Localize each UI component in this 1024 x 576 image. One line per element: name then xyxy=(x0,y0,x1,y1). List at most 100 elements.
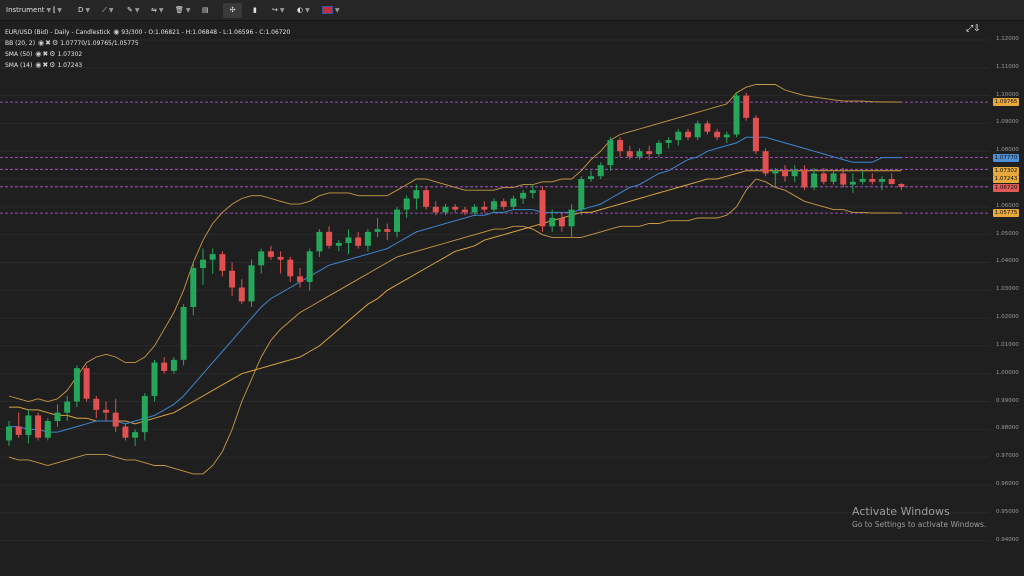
close-icon[interactable]: ✖ xyxy=(45,38,51,49)
price-axis-tick: 1.05000 xyxy=(996,230,1019,237)
eye-icon[interactable]: ◉ xyxy=(35,49,41,60)
price-axis-tick: 1.01000 xyxy=(996,341,1019,348)
share-icon[interactable]: ↪ ▼ xyxy=(272,3,285,18)
chevron-down-icon: ▼ xyxy=(57,7,62,14)
candle-bull xyxy=(258,251,265,266)
candle-bear xyxy=(539,190,546,227)
timeframe-label: D xyxy=(78,6,84,14)
pencil-icon[interactable]: ✎ ▼ xyxy=(127,3,140,18)
candle-bull xyxy=(394,209,400,232)
candle-bear xyxy=(297,276,303,282)
legend-bb: BB (20, 2) ◉✖⚙ 1.07770/1.09765/1.05775 xyxy=(5,38,290,49)
candle-bear xyxy=(423,190,430,207)
theme-icon[interactable]: ◐ ▼ xyxy=(297,3,310,18)
close-icon[interactable]: ✖ xyxy=(42,49,48,60)
candle-bear xyxy=(384,229,391,232)
close-icon[interactable]: ✖ xyxy=(42,60,48,71)
chevron-down-icon: ▼ xyxy=(185,7,191,14)
price-tag: 1.05775 xyxy=(993,209,1019,218)
candle-bear xyxy=(752,117,759,152)
candle-bull xyxy=(879,179,885,182)
candle-bear xyxy=(704,123,711,132)
candle-bull xyxy=(335,242,342,246)
price-axis-tick: 0.99000 xyxy=(996,397,1019,404)
candle-bull xyxy=(529,190,536,193)
candle-bull xyxy=(578,179,585,210)
gear-icon[interactable]: ⚙ xyxy=(52,38,58,49)
price-tag: 1.07243 xyxy=(993,175,1019,184)
candle-bull xyxy=(849,181,856,185)
price-axis-tick: 1.03000 xyxy=(996,286,1019,293)
candle-bull xyxy=(73,368,80,402)
trash-icon[interactable]: 🗑 ▼ xyxy=(175,3,191,18)
chart-type-icon[interactable]: ▮ xyxy=(253,3,257,18)
chevron-down-icon: ▼ xyxy=(279,7,285,14)
layout-icon[interactable]: ▤ xyxy=(202,3,209,18)
candle-bear xyxy=(481,206,488,210)
chevron-down-icon: ▼ xyxy=(134,7,140,14)
candle-bull xyxy=(190,268,197,307)
gear-icon[interactable]: ⚙ xyxy=(49,49,55,60)
candle-bull xyxy=(723,134,730,138)
price-axis-tick: 0.95000 xyxy=(996,508,1019,515)
chevron-down-icon: ▼ xyxy=(85,7,91,14)
candle-bull xyxy=(141,395,148,433)
candle-bear xyxy=(869,179,876,182)
instrument-dropdown[interactable]: Instrument ▼ xyxy=(6,3,51,18)
candle-bear xyxy=(267,251,274,257)
candle-bull xyxy=(248,265,255,302)
price-axis-tick: 1.09000 xyxy=(996,119,1019,126)
legend-main: EUR/USD (Bid) - Daily - Candlestick ◉ 93… xyxy=(5,27,291,38)
price-axis-tick: 1.02000 xyxy=(996,314,1019,321)
candle-bull xyxy=(54,412,61,422)
price-axis-tick: 1.08000 xyxy=(996,147,1019,154)
toolbar: Instrument ▼ ⫿ ▼ D ▼ ⟋ ▼ ✎ ▼ ⇋ ▼ 🗑 ▼ ▤ ✣ ▮ ↪ ▼ ◐… xyxy=(0,0,1024,21)
candle-bear xyxy=(229,270,236,288)
candle-bull xyxy=(694,123,701,138)
candle-bull xyxy=(859,179,866,182)
candle-bear xyxy=(277,256,284,260)
gear-icon[interactable]: ⚙ xyxy=(49,60,55,71)
legend-sma50-value: 1.07302 xyxy=(57,51,83,58)
expand-icon[interactable]: ⤢⇩ xyxy=(966,24,981,34)
legend-sma50: SMA (50) ◉✖⚙ 1.07302 xyxy=(5,49,290,60)
legend-sma14-label: SMA (14) xyxy=(5,62,33,69)
price-chart[interactable] xyxy=(0,21,1024,576)
legend-main-label: EUR/USD (Bid) - Daily - Candlestick xyxy=(5,29,111,36)
flag-uk-icon[interactable]: ▼ xyxy=(322,3,340,18)
candle-bear xyxy=(762,151,769,174)
price-axis-tick: 0.98000 xyxy=(996,425,1019,432)
eye-icon[interactable]: ◉ xyxy=(113,27,119,38)
legend-ohlc: O:1.06821 - H:1.06848 - L:1.06596 - C:1.… xyxy=(148,29,291,36)
candle-bull xyxy=(471,206,478,213)
candle-bear xyxy=(743,95,750,118)
candle-bear xyxy=(15,426,22,435)
candle-bear xyxy=(122,426,129,438)
candle-bull xyxy=(403,198,410,210)
candle-bear xyxy=(617,140,624,152)
price-axis-tick: 1.06000 xyxy=(996,202,1019,209)
line-tool-icon[interactable]: ⟋ ▼ xyxy=(102,3,114,18)
candle-bear xyxy=(103,409,109,413)
indicators-icon[interactable]: ⇋ ▼ xyxy=(151,3,164,18)
timeframe-dropdown[interactable]: D ▼ xyxy=(78,3,90,18)
eye-icon[interactable]: ◉ xyxy=(35,60,41,71)
candle-bear xyxy=(714,131,721,138)
candle-bull xyxy=(549,217,556,227)
watermark-subtitle: Go to Settings to activate Windows. xyxy=(852,520,987,529)
candle-bull xyxy=(588,176,594,180)
candles-icon[interactable]: ⫿ ▼ xyxy=(53,3,62,18)
candle-bull xyxy=(364,231,371,246)
candle-bear xyxy=(238,287,245,302)
eye-icon[interactable]: ◉ xyxy=(38,38,44,49)
windows-watermark: Activate Windows Go to Settings to activ… xyxy=(852,505,986,530)
crosshair-icon[interactable]: ✣ xyxy=(223,3,242,18)
candle-bull xyxy=(655,142,662,154)
price-axis-tick: 0.96000 xyxy=(996,480,1019,487)
price-axis-tick: 0.94000 xyxy=(996,536,1019,543)
candle-bull xyxy=(374,229,381,232)
candle-bear xyxy=(83,368,90,399)
chart-legend: EUR/USD (Bid) - Daily - Candlestick ◉ 93… xyxy=(5,27,290,71)
candle-bear xyxy=(646,151,653,154)
candle-bull xyxy=(636,151,643,157)
